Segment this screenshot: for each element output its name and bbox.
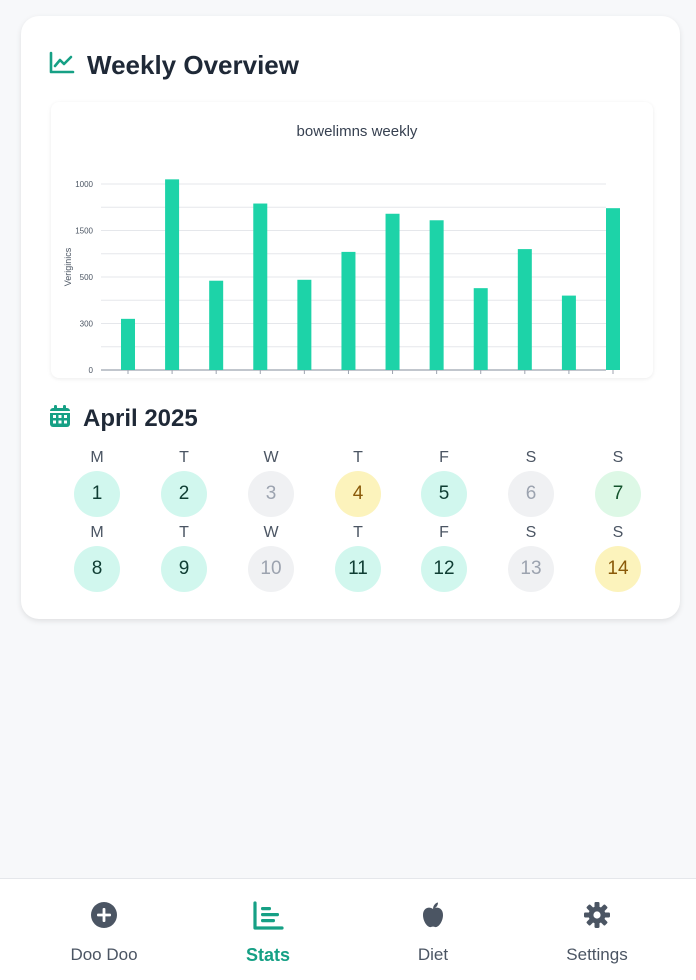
calendar-day[interactable]: S 13 <box>501 523 561 592</box>
nav-label-diet: Diet <box>417 945 449 964</box>
calendar-week-2: M 8 T 9 W 10 T 11 F 12 S 13 S 14 <box>67 523 647 593</box>
weekday-letter: S <box>612 524 624 541</box>
weekday-letter: M <box>90 524 104 541</box>
chart-bar <box>606 208 620 370</box>
day-number: 7 <box>595 471 641 517</box>
y-tick-label: 0 <box>89 366 94 375</box>
day-number: 8 <box>74 546 120 592</box>
y-tick-label: 1500 <box>75 227 93 236</box>
weekly-chart: bowelimns weekly 1000 1500 500 300 0 Veriginic… <box>51 102 653 378</box>
bottom-nav: Doo Doo Stats Diet Settings <box>0 878 696 980</box>
calendar-title: April 2025 <box>83 404 198 432</box>
chart-bar <box>385 213 400 370</box>
calendar-day[interactable]: S6 <box>501 448 561 517</box>
nav-label-stats: Stats <box>245 945 290 965</box>
nav-settings[interactable]: Settings <box>510 879 684 980</box>
day-number: 10 <box>248 546 294 592</box>
chart-bar <box>209 280 224 370</box>
gear-icon <box>583 901 611 934</box>
weekly-overview-card: Weekly Overview bowelimns weekly 1000 1500… <box>21 16 680 619</box>
chart-bar <box>253 203 268 370</box>
chart-bar <box>517 249 532 370</box>
y-tick-label: 500 <box>80 273 94 282</box>
weekday-letter: T <box>353 449 363 466</box>
calendar-header: April 2025 <box>49 404 198 433</box>
calendar-day[interactable]: S7 <box>588 448 648 517</box>
nav-doo-doo[interactable]: Doo Doo <box>17 879 191 980</box>
chart-bar <box>341 251 356 370</box>
overview-title: Weekly Overview <box>87 50 299 80</box>
y-tick-label: 300 <box>80 320 94 329</box>
weekday-letter: F <box>439 449 449 466</box>
chart-bar <box>561 295 576 370</box>
chart-bar <box>297 279 312 370</box>
nav-label-doo-doo: Doo Doo <box>70 945 138 964</box>
weekday-letter: S <box>525 449 537 466</box>
weekday-letter: W <box>263 524 279 541</box>
weekday-letter: T <box>179 524 189 541</box>
chart-bar <box>121 318 135 370</box>
calendar-day[interactable]: M1 <box>67 448 127 517</box>
day-number: 12 <box>421 546 467 592</box>
day-number: 1 <box>74 471 120 517</box>
day-number: 5 <box>421 471 467 517</box>
weekday-letter: W <box>263 449 279 466</box>
weekday-letter: S <box>612 449 624 466</box>
line-chart-icon <box>49 51 75 80</box>
apple-icon <box>420 901 446 934</box>
calendar-day[interactable]: T4 <box>328 448 388 517</box>
calendar-icon <box>49 404 71 433</box>
day-number: 4 <box>335 471 381 517</box>
nav-diet[interactable]: Diet <box>346 879 520 980</box>
weekday-letter: T <box>179 449 189 466</box>
day-number: 14 <box>595 546 641 592</box>
nav-label-settings: Settings <box>566 945 628 964</box>
chart-title: bowelimns weekly <box>297 123 418 140</box>
calendar-day[interactable]: T 11 <box>328 523 388 592</box>
calendar-day[interactable]: T9 <box>154 523 214 592</box>
calendar-day[interactable]: T2 <box>154 448 214 517</box>
calendar-day[interactable]: F 12 <box>414 523 474 592</box>
day-number: 6 <box>508 471 554 517</box>
calendar-day[interactable]: W 10 <box>241 523 301 592</box>
calendar-day[interactable]: S 14 <box>588 523 648 592</box>
weekday-letter: S <box>525 524 537 541</box>
calendar-day[interactable]: M8 <box>67 523 127 592</box>
overview-header: Weekly Overview <box>49 50 299 81</box>
day-number: 11 <box>335 546 381 592</box>
chart-canvas: bowelimns weekly 1000 1500 500 300 0 Veriginic… <box>63 123 620 375</box>
chart-bar <box>429 220 444 370</box>
weekday-letter: F <box>439 524 449 541</box>
calendar-day[interactable]: W3 <box>241 448 301 517</box>
plus-circle-icon <box>90 901 118 934</box>
y-tick-label: 1000 <box>75 180 93 189</box>
y-axis-label: Veriginics <box>63 247 73 286</box>
weekday-letter: T <box>353 524 363 541</box>
calendar-day[interactable]: F5 <box>414 448 474 517</box>
day-number: 9 <box>161 546 207 592</box>
bar-chart-icon <box>252 901 284 936</box>
day-number: 2 <box>161 471 207 517</box>
nav-stats[interactable]: Stats <box>181 879 355 980</box>
chart-bar <box>165 179 180 370</box>
calendar-week-1: M1T2W3T4F5S6S7 <box>67 448 647 518</box>
chart-bar <box>473 288 488 370</box>
day-number: 13 <box>508 546 554 592</box>
day-number: 3 <box>248 471 294 517</box>
weekday-letter: M <box>90 449 104 466</box>
